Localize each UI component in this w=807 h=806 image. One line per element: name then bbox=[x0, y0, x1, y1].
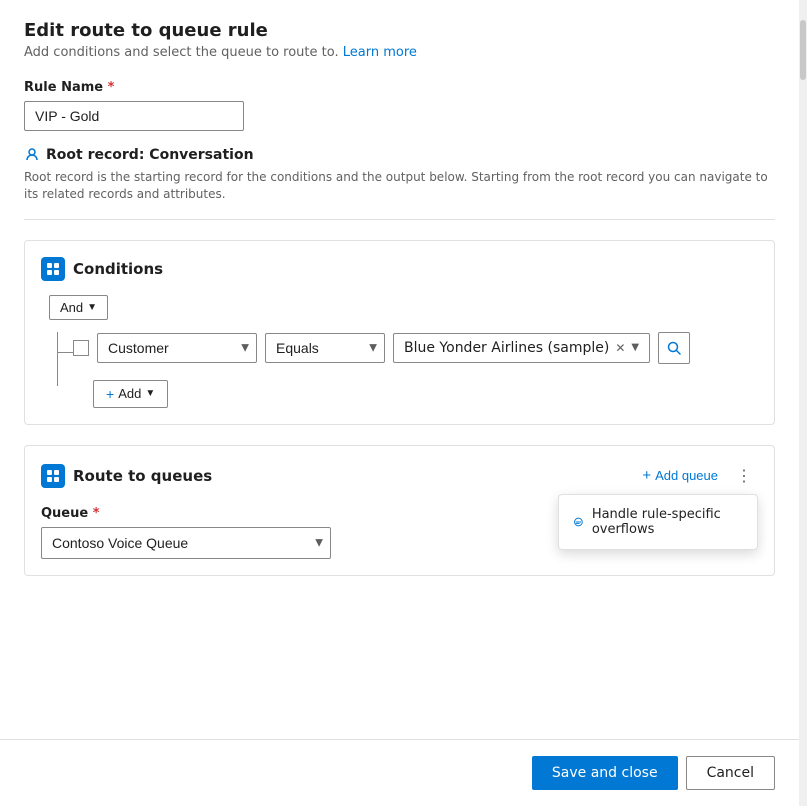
add-queue-button[interactable]: + Add queue bbox=[634, 463, 726, 488]
search-icon bbox=[667, 341, 681, 355]
condition-operator-dropdown[interactable]: Equals bbox=[265, 333, 385, 363]
plus-icon: + bbox=[106, 386, 114, 402]
queue-select[interactable]: Contoso Voice Queue bbox=[41, 527, 331, 559]
page-title: Edit route to queue rule bbox=[24, 20, 775, 41]
learn-more-link[interactable]: Learn more bbox=[343, 45, 417, 60]
context-menu: Handle rule-specific overflows bbox=[558, 494, 758, 550]
required-indicator: * bbox=[108, 80, 115, 95]
handle-overflow-menu-item[interactable]: Handle rule-specific overflows bbox=[559, 499, 757, 545]
rule-name-label: Rule Name * bbox=[24, 80, 775, 95]
route-section-title: Route to queues bbox=[73, 467, 212, 485]
more-options-button[interactable]: ⋮ bbox=[730, 462, 758, 490]
cancel-button[interactable]: Cancel bbox=[686, 756, 775, 790]
scrollbar-thumb[interactable] bbox=[800, 20, 806, 80]
condition-row: Customer ▼ Equals ▼ bbox=[73, 332, 758, 372]
conditions-section: Conditions And ▼ bbox=[24, 240, 775, 425]
route-to-queues-section: Route to queues + Add queue ⋮ bbox=[24, 445, 775, 576]
condition-search-button[interactable] bbox=[658, 332, 690, 364]
route-section-header: Route to queues + Add queue ⋮ bbox=[41, 462, 758, 490]
root-record-icon bbox=[24, 147, 40, 163]
conditions-header: Conditions bbox=[41, 257, 758, 281]
and-button[interactable]: And ▼ bbox=[49, 295, 108, 320]
route-section-right: + Add queue ⋮ Handle rule-specific overf… bbox=[634, 462, 758, 490]
condition-value-text: Blue Yonder Airlines (sample) bbox=[404, 340, 609, 356]
overflow-menu-icon bbox=[573, 515, 584, 529]
root-record-title: Root record: Conversation bbox=[46, 147, 254, 163]
save-and-close-button[interactable]: Save and close bbox=[532, 756, 678, 790]
route-section-left: Route to queues bbox=[41, 464, 212, 488]
condition-value-clear-icon[interactable]: ✕ bbox=[615, 342, 625, 354]
customer-field-wrapper: Customer ▼ bbox=[97, 333, 257, 363]
operator-field-wrapper: Equals ▼ bbox=[265, 333, 385, 363]
conditions-title: Conditions bbox=[73, 260, 163, 278]
scrollbar[interactable] bbox=[799, 0, 807, 806]
condition-value-chevron-icon[interactable]: ▼ bbox=[631, 342, 639, 353]
condition-value-field[interactable]: Blue Yonder Airlines (sample) ✕ ▼ bbox=[393, 333, 650, 363]
root-record-section: Root record: Conversation Root record is… bbox=[24, 147, 775, 220]
rule-name-input[interactable] bbox=[24, 101, 244, 131]
condition-group: Customer ▼ Equals ▼ bbox=[73, 332, 758, 408]
queue-required-indicator: * bbox=[93, 506, 100, 521]
queue-select-wrapper: Contoso Voice Queue ▼ bbox=[41, 527, 331, 559]
page-subtitle: Add conditions and select the queue to r… bbox=[24, 45, 775, 60]
condition-checkbox[interactable] bbox=[73, 340, 89, 356]
root-record-description: Root record is the starting record for t… bbox=[24, 169, 774, 203]
add-queue-plus-icon: + bbox=[642, 467, 651, 484]
add-condition-button[interactable]: + Add ▼ bbox=[93, 380, 168, 408]
footer: Save and close Cancel bbox=[0, 739, 799, 806]
route-section-icon bbox=[41, 464, 65, 488]
conditions-icon bbox=[41, 257, 65, 281]
condition-field-dropdown[interactable]: Customer bbox=[97, 333, 257, 363]
